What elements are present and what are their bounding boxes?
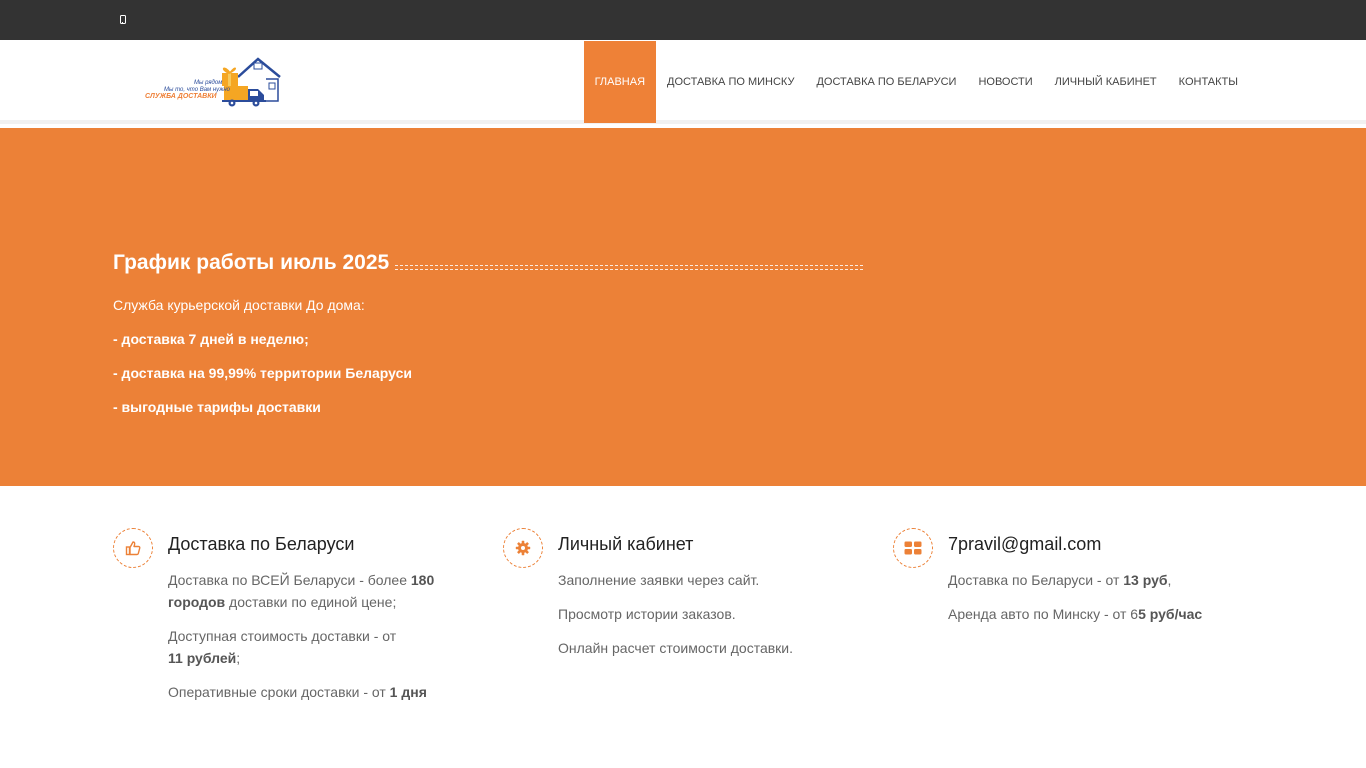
- nav-item-contacts[interactable]: Контакты: [1168, 41, 1249, 123]
- nav-item-minsk-delivery[interactable]: Доставка по Минску: [656, 41, 805, 123]
- thumbs-up-icon: [125, 541, 141, 556]
- phone-icon: [120, 15, 126, 24]
- feature-title-email[interactable]: 7pravil@gmail.com: [948, 534, 1101, 555]
- feature-text: Доставка по Беларуси - от 13 руб,: [948, 572, 1172, 588]
- nav-item-home[interactable]: Главная: [583, 41, 657, 123]
- hero-banner: График работы июль 2025 Служба курьерско…: [0, 128, 1366, 486]
- top-bar: [0, 0, 1366, 40]
- feature-title: Личный кабинет: [558, 534, 694, 554]
- hero-title-row: График работы июль 2025: [113, 251, 863, 281]
- nav-item-belarus-delivery[interactable]: Доставка по Беларуси: [805, 41, 967, 123]
- hero-title-divider: [395, 265, 863, 270]
- feature-title: Доставка по Беларуси: [168, 534, 355, 554]
- feature-text: Аренда авто по Минску - от 65 руб/час: [948, 606, 1203, 622]
- hero-title: График работы июль 2025: [113, 251, 390, 274]
- logo-name: СЛУЖБА ДОСТАВКИ: [145, 93, 217, 100]
- feature-icon-circle: [893, 528, 933, 568]
- hero-point: - выгодные тарифы доставки: [113, 399, 321, 415]
- site-logo[interactable]: Мы рядом Мы то, что Вам нужно СЛУЖБА ДОС…: [142, 55, 287, 107]
- feature-text: Онлайн расчет стоимости доставки.: [558, 640, 794, 656]
- feature-icon-circle: [503, 528, 543, 568]
- feature-text: Заполнение заявки через сайт.: [558, 572, 760, 588]
- feature-text: Доставка по ВСЕЙ Беларуси - более 180 го…: [168, 572, 435, 610]
- main-nav: Главная Доставка по Минску Доставка по Б…: [583, 41, 1249, 123]
- hero-point: - доставка на 99,99% территории Беларуси: [113, 365, 412, 381]
- feature-text: Оперативные сроки доставки - от 1 дня: [168, 684, 427, 700]
- grid-icon: [904, 541, 922, 555]
- feature-icon-circle: [113, 528, 153, 568]
- site-header: Мы рядом Мы то, что Вам нужно СЛУЖБА ДОС…: [0, 40, 1366, 124]
- feature-text: Доступная стоимость доставки - от 11 руб…: [168, 628, 397, 666]
- feature-text: Просмотр истории заказов.: [558, 606, 736, 622]
- hero-intro: Служба курьерской доставки До дома:: [113, 297, 365, 313]
- hero-point: - доставка 7 дней в неделю;: [113, 331, 309, 347]
- nav-item-news[interactable]: Новости: [967, 41, 1043, 123]
- nav-item-account[interactable]: Личный кабинет: [1044, 41, 1168, 123]
- gear-icon: [515, 540, 531, 556]
- logo-tagline-1: Мы рядом: [194, 80, 223, 86]
